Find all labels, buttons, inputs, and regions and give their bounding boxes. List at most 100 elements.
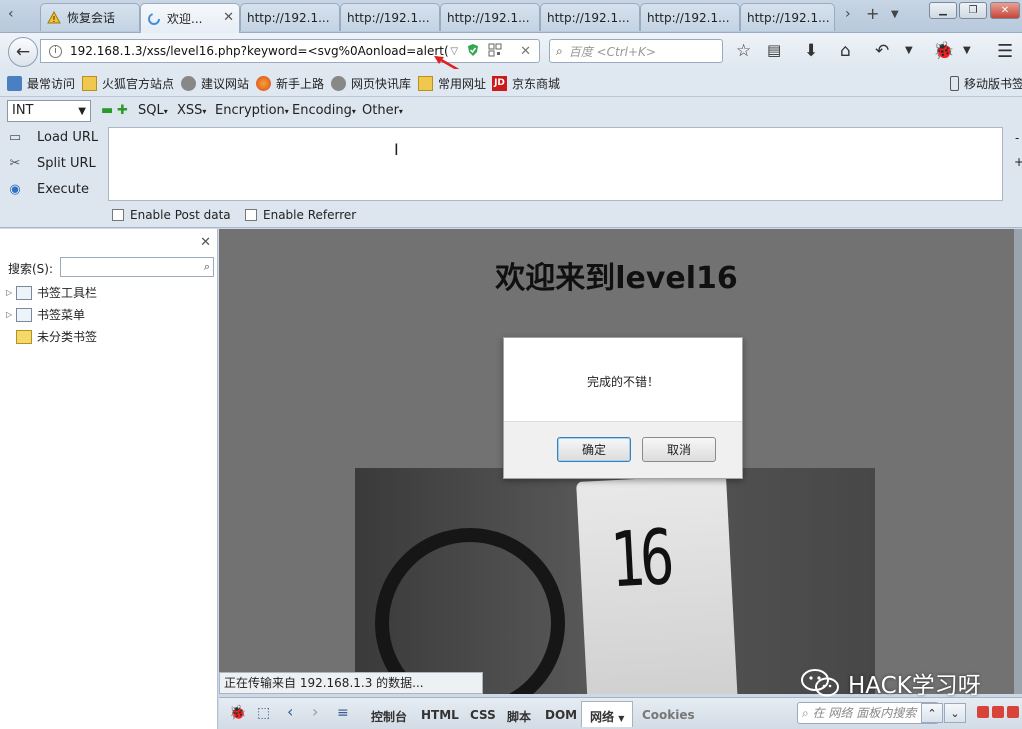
menu-arrow-icon: ▾ bbox=[202, 107, 207, 116]
bookmark-label: 京东商城 bbox=[512, 77, 561, 91]
menu-icon[interactable]: ☰ bbox=[997, 41, 1013, 62]
tab-http[interactable]: http://192.1... bbox=[440, 3, 540, 31]
folder-icon bbox=[418, 76, 433, 91]
bookmark-star-icon[interactable]: ☆ bbox=[736, 41, 751, 61]
cancel-button[interactable]: 取消 bbox=[642, 437, 716, 462]
sidebar-search-input[interactable]: ⌕ bbox=[60, 257, 214, 277]
devtools-tab-console[interactable]: 控制台 bbox=[371, 708, 407, 725]
back-button[interactable]: ← bbox=[8, 37, 38, 67]
firebug-icon[interactable]: 🐞 bbox=[933, 41, 954, 61]
tab-http[interactable]: http://192.1... bbox=[340, 3, 440, 31]
hackbar-type-select[interactable]: INT ▼ bbox=[7, 100, 91, 122]
tab-http[interactable]: http://192.1... bbox=[540, 3, 640, 31]
hackbar-menu-xss[interactable]: XSS▾ bbox=[177, 103, 206, 118]
bookmark-firefox-official[interactable]: 火狐官方站点 bbox=[82, 75, 174, 92]
bookmark-label: 常用网址 bbox=[438, 77, 487, 91]
url-input[interactable]: 192.168.1.3/xss/level16.php?keyword=<svg… bbox=[70, 44, 450, 58]
sidebar-item-bookmarks-menu[interactable]: ▷ 书签菜单 bbox=[6, 306, 85, 323]
download-icon[interactable]: ⬇ bbox=[804, 41, 818, 61]
clear-url-icon[interactable]: ✕ bbox=[520, 44, 531, 59]
tab-http[interactable]: http://192.1... bbox=[740, 3, 835, 31]
collapse-icon[interactable]: - bbox=[1015, 131, 1019, 145]
devtools-tab-css[interactable]: CSS bbox=[470, 708, 496, 722]
maximize-icon[interactable]: ❐ bbox=[959, 2, 987, 19]
tab-close-icon[interactable]: ✕ bbox=[223, 10, 234, 25]
execute-button[interactable]: ◉ Execute bbox=[7, 182, 89, 197]
bookmark-most-visited[interactable]: 最常访问 bbox=[7, 75, 75, 92]
devtools-tab-label: 网络 bbox=[590, 710, 615, 724]
hackbar-url-textarea[interactable] bbox=[108, 127, 1003, 201]
checkbox-box bbox=[245, 209, 257, 221]
hackbar-menu-sql[interactable]: SQL▾ bbox=[138, 103, 168, 118]
search-next-icon[interactable]: ⌄ bbox=[944, 703, 966, 723]
tab-restore-session[interactable]: ! 恢复会话 bbox=[40, 3, 140, 31]
status-text: 正在传输来自 192.168.1.3 的数据... bbox=[219, 672, 483, 694]
home-icon[interactable]: ⌂ bbox=[840, 41, 851, 61]
new-tab-icon[interactable]: + bbox=[866, 4, 879, 23]
search-icon: ⌕ bbox=[556, 43, 563, 58]
devtools-search-input[interactable]: ⌕ 在 网络 面板内搜索 bbox=[797, 702, 939, 724]
qr-code-icon[interactable] bbox=[488, 43, 502, 60]
chevron-down-icon: ▼ bbox=[78, 106, 86, 117]
enable-referrer-checkbox[interactable]: Enable Referrer bbox=[245, 208, 356, 222]
devtools-tab-html[interactable]: HTML bbox=[421, 708, 459, 722]
undo-icon[interactable]: ↶ bbox=[875, 41, 889, 61]
tab-scroll-left-icon[interactable]: ‹ bbox=[8, 6, 14, 22]
enable-post-data-checkbox[interactable]: Enable Post data bbox=[112, 208, 231, 222]
tab-list-icon[interactable]: ▼ bbox=[891, 9, 899, 20]
forward-nav-icon[interactable]: › bbox=[312, 702, 318, 721]
tab-label: 欢迎... bbox=[167, 12, 203, 26]
devtools-minimize-icon[interactable] bbox=[977, 706, 989, 718]
devtools-detach-icon[interactable] bbox=[992, 706, 1004, 718]
menu-label: Other bbox=[362, 103, 399, 118]
search-bar[interactable]: ⌕ 百度 <Ctrl+K> bbox=[549, 39, 723, 63]
load-url-button[interactable]: ▭ Load URL bbox=[7, 130, 98, 145]
menu-arrow-icon: ▾ bbox=[163, 107, 168, 116]
sidebar-item-bookmarks-toolbar[interactable]: ▷ 书签工具栏 bbox=[6, 284, 97, 301]
back-nav-icon[interactable]: ‹ bbox=[287, 702, 293, 721]
devtools-tab-cookies[interactable]: Cookies bbox=[642, 708, 695, 722]
bookmark-mobile[interactable]: 移动版书签 bbox=[950, 75, 1022, 92]
tab-http[interactable]: http://192.1... bbox=[240, 3, 340, 31]
close-sidebar-icon[interactable]: ✕ bbox=[200, 235, 211, 250]
tab-scroll-right-icon[interactable]: › bbox=[845, 6, 851, 22]
firebug-panel-bar: 🐞 ⬚ ‹ › ≡ 控制台 HTML CSS 脚本 DOM 网络 ▼ Cooki… bbox=[219, 697, 1022, 729]
hackbar-menu-encoding[interactable]: Encoding▾ bbox=[292, 103, 356, 118]
hackbar-menu-other[interactable]: Other▾ bbox=[362, 103, 403, 118]
reading-list-icon[interactable]: ▤ bbox=[767, 41, 781, 59]
search-prev-icon[interactable]: ⌃ bbox=[921, 703, 943, 723]
devtools-tab-script[interactable]: 脚本 bbox=[507, 708, 531, 725]
undo-dropdown-icon[interactable]: ▼ bbox=[905, 45, 913, 56]
tab-label: 恢复会话 bbox=[67, 11, 116, 25]
devtools-tab-dom[interactable]: DOM bbox=[545, 708, 577, 722]
ok-button[interactable]: 确定 bbox=[557, 437, 631, 462]
site-info-icon[interactable]: i bbox=[49, 44, 62, 58]
bookmark-common-urls[interactable]: 常用网址 bbox=[418, 75, 486, 92]
sidebar-item-unsorted[interactable]: 未分类书签 bbox=[6, 328, 97, 345]
bookmark-jd[interactable]: JD 京东商城 bbox=[492, 75, 560, 92]
devtools-tab-network[interactable]: 网络 ▼ bbox=[581, 701, 634, 727]
hackbar-menu-encryption[interactable]: Encryption▾ bbox=[215, 103, 289, 118]
bookmark-getting-started[interactable]: 新手上路 bbox=[256, 75, 324, 92]
page-scrollbar[interactable] bbox=[1014, 229, 1022, 694]
sidebar-search-label: 搜索(S): bbox=[8, 262, 54, 276]
firebug-dropdown-icon[interactable]: ▼ bbox=[963, 45, 971, 56]
warning-icon: ! bbox=[47, 10, 61, 25]
devtools-close-icon[interactable] bbox=[1007, 706, 1019, 718]
shield-icon[interactable] bbox=[466, 43, 480, 60]
bookmark-suggested-sites[interactable]: 建议网站 bbox=[181, 75, 249, 92]
split-url-button[interactable]: ✂ Split URL bbox=[7, 156, 96, 171]
decrease-icon[interactable]: ▬ bbox=[101, 103, 113, 118]
tab-active-level16[interactable]: 欢迎... ✕ bbox=[140, 3, 240, 33]
back-arrow-icon: ← bbox=[15, 42, 31, 62]
inspect-icon[interactable]: ⬚ bbox=[257, 705, 270, 721]
tab-http[interactable]: http://192.1... bbox=[640, 3, 740, 31]
minimize-icon[interactable]: ▁ bbox=[929, 2, 957, 19]
command-line-icon[interactable]: ≡ bbox=[337, 705, 349, 721]
close-window-icon[interactable]: ✕ bbox=[990, 2, 1020, 19]
firebug-icon[interactable]: 🐞 bbox=[229, 705, 246, 721]
bookmark-web-slices[interactable]: 网页快讯库 bbox=[331, 75, 411, 92]
increase-icon[interactable]: ✚ bbox=[117, 103, 128, 118]
expand-icon[interactable]: + bbox=[1014, 155, 1022, 169]
search-input[interactable]: 百度 <Ctrl+K> bbox=[569, 43, 656, 60]
